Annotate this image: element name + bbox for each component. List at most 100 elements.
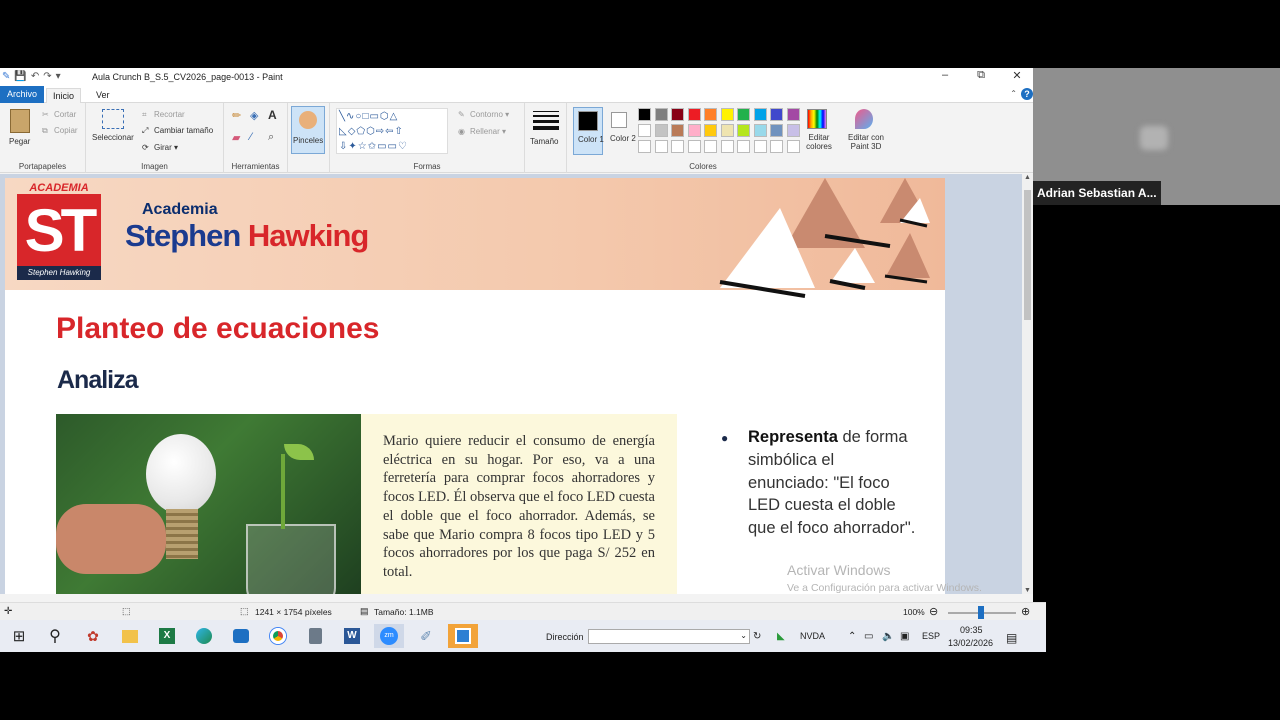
paint3d-button[interactable]: Editar con Paint 3D — [841, 133, 891, 151]
pencil-icon[interactable]: ✏ — [232, 109, 241, 122]
palette-swatch[interactable] — [720, 140, 734, 153]
palette-swatch[interactable] — [671, 108, 684, 121]
clock-date[interactable]: 13/02/2026 — [948, 638, 993, 648]
edit-colors-icon[interactable] — [807, 109, 827, 129]
undo-icon[interactable]: ↶ — [31, 71, 39, 82]
zoom-in-icon[interactable]: ⊕ — [1021, 605, 1030, 618]
paint-active-icon[interactable] — [455, 628, 471, 644]
help-icon[interactable]: ? — [1021, 88, 1033, 100]
palette-swatch[interactable] — [753, 124, 767, 137]
fill-bucket-icon[interactable]: ◈ — [250, 109, 258, 122]
paint-brush-app-icon[interactable]: ✿ — [78, 624, 108, 648]
notifications-icon[interactable]: ▤ — [1006, 631, 1017, 645]
palette-swatch[interactable] — [753, 108, 767, 121]
battery-icon[interactable]: ▭ — [864, 631, 873, 642]
zoom-out-icon[interactable]: ⊖ — [929, 605, 938, 618]
cut-button[interactable]: ✂ Cortar — [42, 110, 76, 119]
palette-swatch[interactable] — [671, 124, 684, 137]
save-icon[interactable]: 💾 — [14, 71, 26, 82]
file-explorer-icon[interactable] — [122, 629, 138, 643]
rotate-button[interactable]: ⟳ Girar ▾ — [142, 143, 178, 152]
scroll-down-icon[interactable]: ▼ — [1024, 587, 1031, 594]
palette-swatch[interactable] — [786, 124, 800, 137]
restore-button[interactable]: ⧉ — [975, 69, 987, 82]
tab-view[interactable]: Ver — [90, 88, 116, 103]
refresh-icon[interactable]: ↻ — [753, 631, 761, 642]
palette-swatch[interactable] — [720, 108, 734, 121]
palette-swatch[interactable] — [786, 140, 800, 153]
nvda-icon[interactable]: ◣ — [777, 631, 785, 642]
volume-icon[interactable]: 🔈 — [882, 631, 894, 642]
tab-file[interactable]: Archivo — [0, 86, 45, 103]
fill-button[interactable]: ◉ Rellenar ▾ — [458, 127, 506, 136]
palette-swatch[interactable] — [720, 124, 734, 137]
edit-colors-button[interactable]: Editar colores — [799, 133, 839, 151]
select-button[interactable]: Seleccionar — [92, 133, 134, 142]
paste-button[interactable]: Pegar — [9, 137, 30, 146]
palette-swatch[interactable] — [737, 108, 750, 121]
search-icon[interactable]: ⚲ — [40, 624, 70, 648]
palette-swatch[interactable] — [704, 124, 717, 137]
size-icon[interactable] — [533, 111, 559, 130]
brushes-button[interactable]: Pinceles — [291, 106, 325, 154]
language-indicator[interactable]: ESP — [922, 631, 940, 641]
text-tool-icon[interactable]: A — [268, 108, 277, 122]
network-icon[interactable]: ▣ — [900, 631, 909, 642]
outlook-icon[interactable] — [233, 629, 249, 643]
palette-swatch[interactable] — [638, 140, 651, 153]
palette-swatch[interactable] — [687, 140, 701, 153]
paint3d-icon[interactable] — [855, 109, 873, 129]
eraser-icon[interactable]: ▰ — [232, 131, 240, 144]
color-picker-icon[interactable]: ⁄ — [250, 131, 252, 143]
palette-swatch[interactable] — [687, 124, 701, 137]
clock-time[interactable]: 09:35 — [960, 625, 983, 635]
crop-button[interactable]: ⌗ Recortar — [142, 110, 185, 119]
copy-button[interactable]: ⧉ Copiar — [42, 126, 78, 135]
palette-swatch[interactable] — [770, 140, 783, 153]
palette-swatch[interactable] — [638, 108, 651, 121]
zoom-app-icon[interactable]: zm — [380, 627, 398, 645]
tray-expand-icon[interactable]: ⌃ — [848, 631, 856, 642]
color1-button[interactable]: Color 1 — [573, 107, 604, 155]
scrollbar-thumb[interactable] — [1024, 190, 1031, 320]
palette-swatch[interactable] — [704, 140, 717, 153]
address-dropdown-icon[interactable]: ⌄ — [740, 631, 747, 640]
magnifier-icon[interactable]: ⌕ — [268, 131, 274, 144]
palette-swatch[interactable] — [786, 108, 800, 121]
palette-swatch[interactable] — [753, 140, 767, 153]
nvda-label[interactable]: NVDA — [800, 631, 825, 641]
palette-swatch[interactable] — [737, 124, 750, 137]
tab-home[interactable]: Inicio — [46, 88, 82, 103]
palette-swatch[interactable] — [638, 124, 651, 137]
canvas-area[interactable]: ACADEMIA ST Stephen Hawking Academia Ste… — [0, 174, 1022, 594]
collapse-ribbon-icon[interactable]: ⌃ — [1010, 89, 1017, 98]
address-input[interactable]: ⌄ — [588, 629, 750, 644]
paint-app-icon[interactable]: ✎ — [2, 71, 10, 82]
palette-swatch[interactable] — [770, 108, 783, 121]
size-button[interactable]: Tamaño — [530, 137, 558, 146]
palette-swatch[interactable] — [770, 124, 783, 137]
excel-icon[interactable]: X — [159, 628, 175, 644]
palette-swatch[interactable] — [704, 108, 717, 121]
customize-chevron-icon[interactable]: ▾ — [56, 71, 61, 82]
palette-swatch[interactable] — [687, 108, 701, 121]
vertical-scrollbar[interactable]: ▲ ▼ — [1022, 174, 1033, 594]
outline-button[interactable]: ✎ Contorno ▾ — [458, 110, 509, 119]
calculator-icon[interactable] — [308, 628, 322, 644]
palette-swatch[interactable] — [737, 140, 750, 153]
zoom-slider-thumb[interactable] — [978, 606, 984, 619]
shapes-gallery[interactable]: ╲∿○□▭⬡△ ◺◇⬠⬡⇨⇦⇧ ⇩✦☆✩▭▭♡ — [336, 108, 448, 154]
resize-button[interactable]: ⤢ Cambiar tamaño — [142, 126, 213, 135]
edge-icon[interactable] — [196, 628, 212, 644]
paste-icon[interactable] — [10, 109, 30, 133]
palette-swatch[interactable] — [654, 124, 668, 137]
paint-app-taskbar-icon[interactable]: ✐ — [411, 624, 441, 648]
palette-swatch[interactable] — [654, 108, 668, 121]
palette-swatch[interactable] — [671, 140, 684, 153]
scroll-up-icon[interactable]: ▲ — [1024, 174, 1031, 181]
palette-swatch[interactable] — [654, 140, 668, 153]
color2-button[interactable]: Color 2 — [607, 107, 636, 155]
chrome-icon[interactable] — [270, 628, 286, 644]
select-icon[interactable] — [102, 109, 124, 129]
redo-icon[interactable]: ↷ — [43, 71, 51, 82]
